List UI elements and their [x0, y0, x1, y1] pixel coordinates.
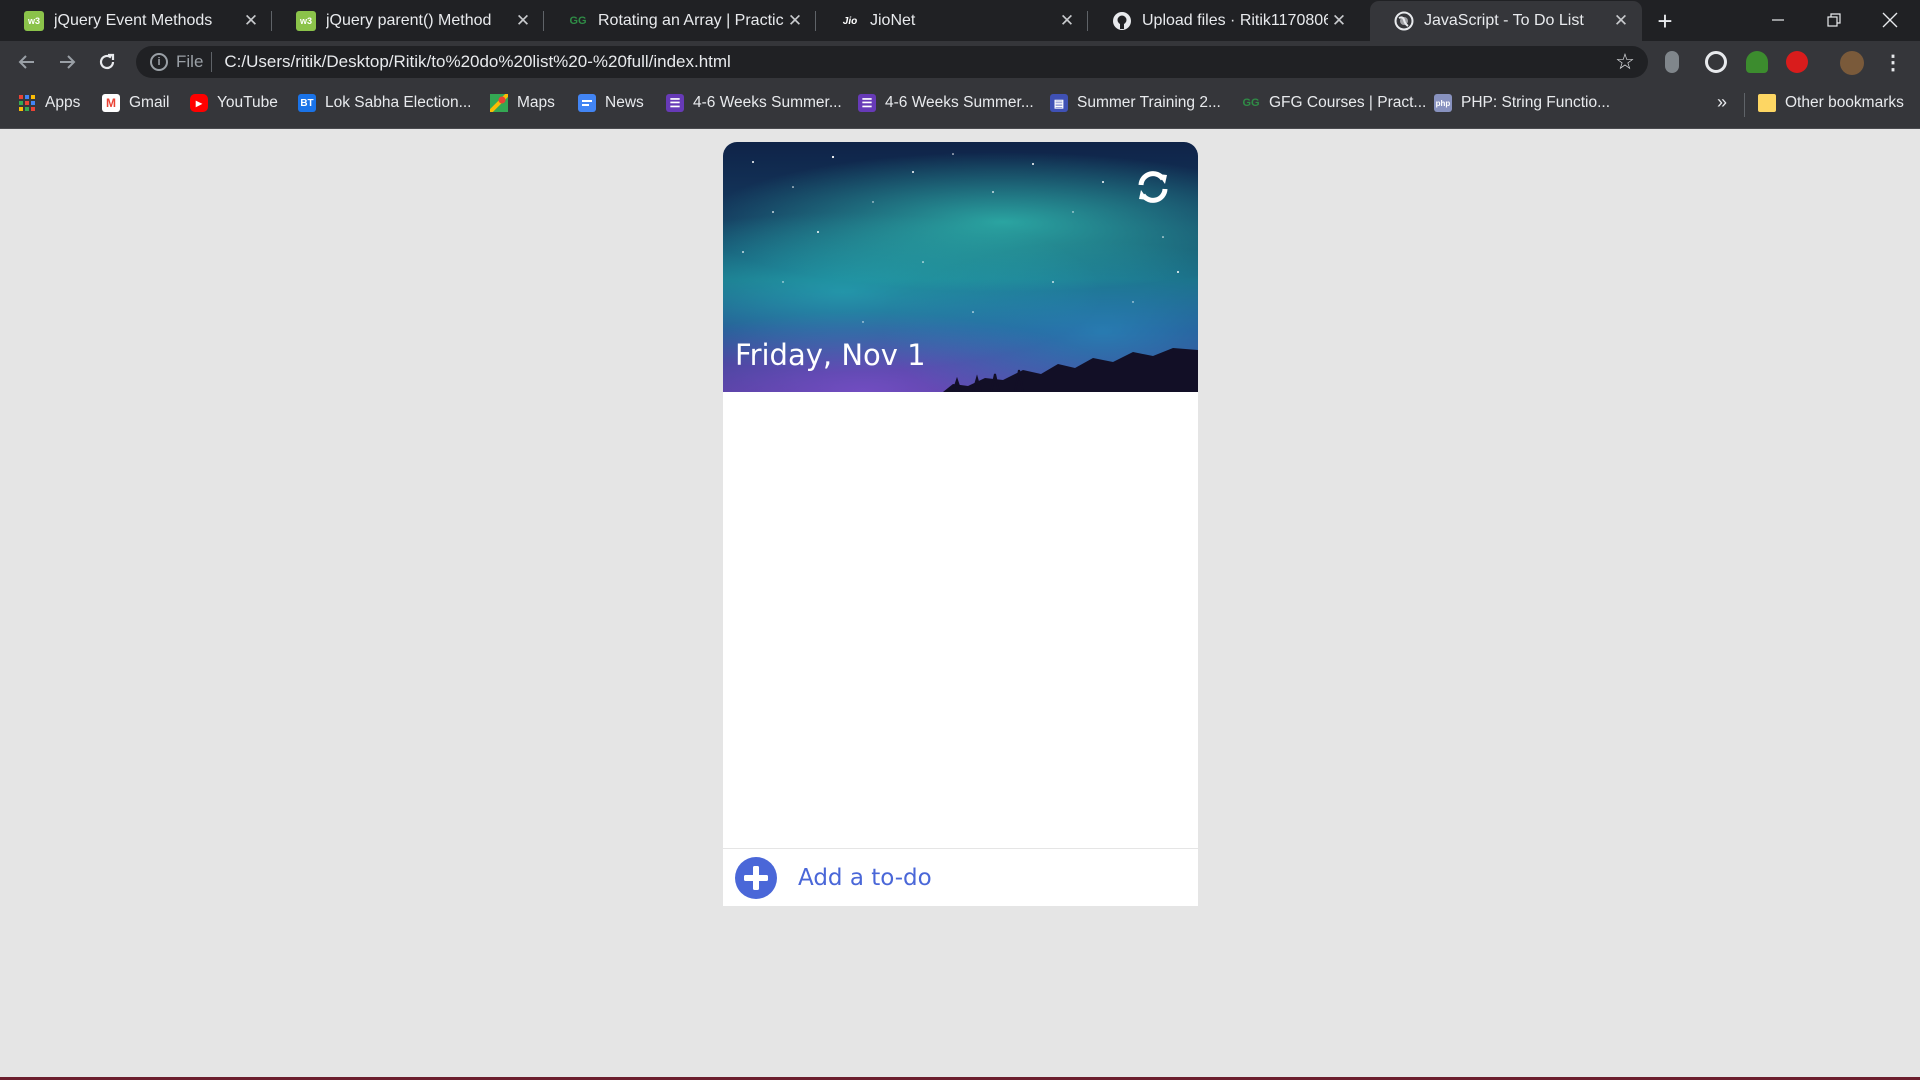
news-icon	[578, 94, 596, 112]
header-image: Friday, Nov 1	[723, 142, 1198, 392]
todo-list	[723, 392, 1198, 829]
tab-title: JavaScript - To Do List	[1424, 12, 1584, 29]
php-icon: php	[1434, 94, 1452, 112]
url-scheme: File	[176, 52, 204, 71]
tab-upload-files[interactable]: Upload files · Ritik11708066/ ✕	[1088, 1, 1360, 41]
bookmark-label: 4-6 Weeks Summer...	[885, 94, 1034, 111]
bookmark-label: 4-6 Weeks Summer...	[693, 94, 842, 111]
plus-circle-icon[interactable]	[734, 856, 778, 900]
bookmark-lok-sabha[interactable]: BT Lok Sabha Election...	[298, 94, 472, 112]
bookmark-label: Apps	[45, 94, 81, 111]
tree-extension-icon[interactable]	[1746, 51, 1768, 73]
bookmark-gfg-courses[interactable]: GG GFG Courses | Pract...	[1242, 94, 1426, 112]
bookmark-label: PHP: String Functio...	[1461, 94, 1611, 111]
geeksforgeeks-icon: GG	[1242, 97, 1260, 109]
folder-icon	[1758, 94, 1776, 112]
tab-jquery-event-methods[interactable]: w3 jQuery Event Methods ✕	[0, 1, 272, 41]
bookmark-summer-1[interactable]: ☰ 4-6 Weeks Summer...	[666, 94, 842, 112]
extension-icon[interactable]	[1665, 51, 1679, 73]
tab-title: jQuery Event Methods	[54, 12, 213, 29]
bookmark-php-string[interactable]: php PHP: String Functio...	[1434, 94, 1610, 112]
gmail-icon: M	[102, 94, 120, 112]
bookmarks-overflow-button[interactable]: »	[1717, 92, 1727, 113]
bookmark-label: Lok Sabha Election...	[325, 94, 472, 111]
tab-strip: w3 jQuery Event Methods ✕ w3 jQuery pare…	[0, 0, 1920, 41]
bookmark-maps[interactable]: Maps	[490, 94, 555, 112]
tab-title: jQuery parent() Method	[326, 12, 492, 29]
url-text[interactable]: C:/Users/ritik/Desktop/Ritik/to%20do%20l…	[224, 52, 1610, 72]
back-arrow-icon	[18, 55, 34, 69]
bookmark-gmail[interactable]: M Gmail	[102, 94, 169, 112]
bookmark-label: Gmail	[129, 94, 170, 111]
close-icon[interactable]: ✕	[1610, 10, 1632, 32]
bookmark-label: Summer Training 2...	[1077, 94, 1221, 111]
close-icon[interactable]: ✕	[1056, 10, 1078, 32]
tab-jionet[interactable]: Jio JioNet ✕	[816, 1, 1088, 41]
tab-javascript-to-do-list[interactable]: JavaScript - To Do List ✕	[1370, 1, 1642, 41]
w3schools-icon: w3	[24, 11, 44, 31]
bookmark-other-bookmarks[interactable]: Other bookmarks	[1758, 94, 1904, 112]
refresh-icon[interactable]	[1132, 166, 1174, 208]
tab-title: Upload files · Ritik11708066/	[1142, 12, 1328, 29]
jio-icon: Jio	[842, 15, 858, 27]
bookmark-label: GFG Courses | Pract...	[1269, 94, 1427, 111]
bookmark-apps[interactable]: Apps	[18, 94, 80, 112]
geeksforgeeks-icon: GG	[569, 15, 587, 27]
tab-jquery-parent-method[interactable]: w3 jQuery parent() Method ✕	[272, 1, 544, 41]
bookmarks-divider	[1744, 93, 1745, 117]
bookmark-label: News	[605, 94, 644, 111]
bookmark-label: Maps	[517, 94, 555, 111]
menu-dots-icon[interactable]: ⋮	[1878, 47, 1908, 77]
back-button[interactable]	[12, 47, 42, 77]
list-icon: ☰	[858, 94, 876, 112]
globe-icon	[1394, 11, 1414, 31]
bookmark-news[interactable]: News	[578, 94, 644, 112]
close-icon[interactable]: ✕	[240, 10, 262, 32]
avatar[interactable]	[1840, 51, 1864, 75]
close-window-button[interactable]	[1862, 0, 1918, 40]
close-icon[interactable]: ✕	[512, 10, 534, 32]
hand-extension-icon[interactable]	[1786, 51, 1808, 73]
date-heading: Friday, Nov 1	[735, 338, 926, 372]
browser-toolbar: i File C:/Users/ritik/Desktop/Ritik/to%2…	[0, 41, 1920, 83]
form-icon: ▤	[1050, 94, 1068, 112]
minimize-button[interactable]	[1750, 0, 1806, 40]
tab-title: JioNet	[870, 12, 916, 29]
bookmarks-bar: Apps M Gmail ▶ YouTube BT Lok Sabha Elec…	[0, 83, 1920, 129]
tab-rotating-an-array[interactable]: GG Rotating an Array | Practice | ✕	[544, 1, 816, 41]
maps-icon	[490, 94, 508, 112]
add-todo-row[interactable]: Add a to-do	[723, 848, 1198, 906]
bookmark-star-icon[interactable]: ☆	[1610, 49, 1640, 75]
bt-icon: BT	[298, 94, 316, 112]
tab-title: Rotating an Array | Practice |	[598, 12, 784, 29]
bookmark-label: Other bookmarks	[1785, 94, 1904, 111]
todo-card: Friday, Nov 1 Add a to-do	[723, 142, 1198, 906]
close-icon[interactable]: ✕	[784, 10, 806, 32]
list-icon: ☰	[666, 94, 684, 112]
speedometer-extension-icon[interactable]	[1705, 51, 1727, 73]
add-todo-input[interactable]: Add a to-do	[798, 865, 932, 891]
bookmark-summer-2[interactable]: ☰ 4-6 Weeks Summer...	[858, 94, 1034, 112]
github-icon	[1112, 11, 1132, 31]
page-viewport: Friday, Nov 1 Add a to-do	[0, 130, 1920, 1080]
bookmark-summer-training[interactable]: ▤ Summer Training 2...	[1050, 94, 1221, 112]
reload-button[interactable]	[92, 47, 122, 77]
new-tab-button[interactable]: +	[1650, 6, 1680, 36]
forward-button[interactable]	[52, 47, 82, 77]
close-icon[interactable]: ✕	[1328, 10, 1350, 32]
info-icon[interactable]: i	[150, 53, 168, 71]
address-bar[interactable]: i File C:/Users/ritik/Desktop/Ritik/to%2…	[136, 46, 1648, 78]
restore-button[interactable]	[1806, 0, 1862, 40]
youtube-icon: ▶	[190, 94, 208, 112]
w3schools-icon: w3	[296, 11, 316, 31]
bookmark-youtube[interactable]: ▶ YouTube	[190, 94, 278, 112]
bookmark-label: YouTube	[217, 94, 278, 111]
forward-arrow-icon	[60, 55, 76, 69]
reload-icon	[99, 53, 115, 70]
apps-grid-icon	[18, 94, 36, 112]
